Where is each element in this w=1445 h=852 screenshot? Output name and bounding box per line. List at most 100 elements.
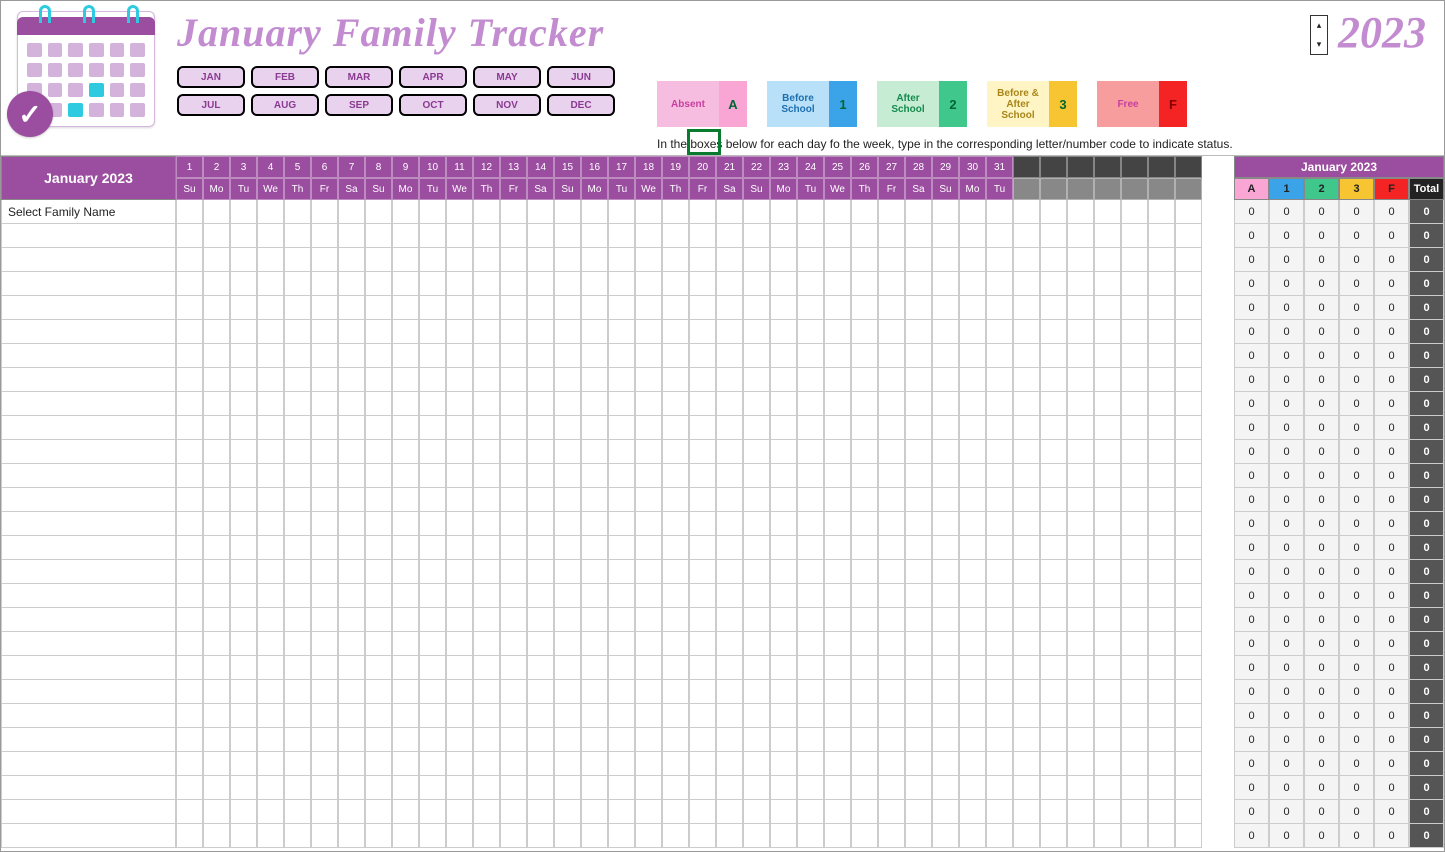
day-cell[interactable] — [1013, 632, 1040, 656]
family-name-cell[interactable] — [1, 608, 176, 632]
day-cell[interactable] — [392, 632, 419, 656]
day-cell[interactable] — [284, 536, 311, 560]
day-cell[interactable] — [824, 656, 851, 680]
day-cell[interactable] — [878, 632, 905, 656]
day-cell[interactable] — [176, 680, 203, 704]
day-cell[interactable] — [905, 776, 932, 800]
day-cell[interactable] — [608, 776, 635, 800]
day-cell[interactable] — [824, 200, 851, 224]
day-cell[interactable] — [824, 368, 851, 392]
day-cell[interactable] — [176, 440, 203, 464]
day-cell[interactable] — [338, 344, 365, 368]
day-cell[interactable] — [230, 416, 257, 440]
day-cell[interactable] — [203, 656, 230, 680]
day-cell[interactable] — [608, 416, 635, 440]
day-cell[interactable] — [608, 368, 635, 392]
day-cell[interactable] — [662, 680, 689, 704]
day-cell[interactable] — [392, 560, 419, 584]
day-cell[interactable] — [851, 680, 878, 704]
day-cell[interactable] — [770, 440, 797, 464]
day-cell[interactable] — [1148, 608, 1175, 632]
day-cell[interactable] — [203, 680, 230, 704]
day-cell[interactable] — [932, 488, 959, 512]
day-cell[interactable] — [878, 704, 905, 728]
day-cell[interactable] — [581, 248, 608, 272]
day-cell[interactable] — [554, 704, 581, 728]
day-cell[interactable] — [1148, 368, 1175, 392]
day-cell[interactable] — [905, 680, 932, 704]
day-cell[interactable] — [1148, 416, 1175, 440]
family-name-cell[interactable] — [1, 368, 176, 392]
day-cell[interactable] — [743, 608, 770, 632]
day-cell[interactable] — [176, 248, 203, 272]
day-cell[interactable] — [1013, 224, 1040, 248]
day-cell[interactable] — [527, 752, 554, 776]
day-cell[interactable] — [851, 584, 878, 608]
day-cell[interactable] — [1094, 344, 1121, 368]
day-cell[interactable] — [824, 824, 851, 848]
day-cell[interactable] — [176, 824, 203, 848]
day-cell[interactable] — [1148, 584, 1175, 608]
day-cell[interactable] — [230, 680, 257, 704]
day-cell[interactable] — [932, 728, 959, 752]
day-cell[interactable] — [851, 656, 878, 680]
month-button-jun[interactable]: JUN — [547, 66, 615, 88]
day-cell[interactable] — [581, 800, 608, 824]
day-cell[interactable] — [770, 752, 797, 776]
day-cell[interactable] — [1175, 368, 1202, 392]
day-cell[interactable] — [1094, 296, 1121, 320]
day-cell[interactable] — [500, 368, 527, 392]
family-name-cell[interactable] — [1, 800, 176, 824]
day-cell[interactable] — [1121, 656, 1148, 680]
day-cell[interactable] — [176, 488, 203, 512]
day-cell[interactable] — [500, 632, 527, 656]
day-cell[interactable] — [743, 392, 770, 416]
day-cell[interactable] — [473, 632, 500, 656]
day-cell[interactable] — [230, 344, 257, 368]
day-cell[interactable] — [1094, 200, 1121, 224]
day-cell[interactable] — [527, 224, 554, 248]
day-cell[interactable] — [905, 728, 932, 752]
day-cell[interactable] — [716, 680, 743, 704]
day-cell[interactable] — [284, 368, 311, 392]
day-cell[interactable] — [851, 608, 878, 632]
day-cell[interactable] — [203, 800, 230, 824]
day-cell[interactable] — [473, 392, 500, 416]
day-cell[interactable] — [500, 536, 527, 560]
day-cell[interactable] — [338, 776, 365, 800]
day-cell[interactable] — [689, 440, 716, 464]
day-cell[interactable] — [1148, 248, 1175, 272]
day-cell[interactable] — [770, 800, 797, 824]
day-cell[interactable] — [716, 824, 743, 848]
day-cell[interactable] — [257, 392, 284, 416]
day-cell[interactable] — [770, 320, 797, 344]
day-cell[interactable] — [473, 464, 500, 488]
day-cell[interactable] — [959, 560, 986, 584]
day-cell[interactable] — [770, 632, 797, 656]
day-cell[interactable] — [554, 680, 581, 704]
day-cell[interactable] — [527, 728, 554, 752]
day-cell[interactable] — [1040, 200, 1067, 224]
day-cell[interactable] — [527, 680, 554, 704]
day-cell[interactable] — [1175, 200, 1202, 224]
day-cell[interactable] — [446, 728, 473, 752]
day-cell[interactable] — [1121, 488, 1148, 512]
day-cell[interactable] — [1094, 272, 1121, 296]
day-cell[interactable] — [284, 728, 311, 752]
day-cell[interactable] — [851, 344, 878, 368]
day-cell[interactable] — [635, 416, 662, 440]
day-cell[interactable] — [878, 728, 905, 752]
day-cell[interactable] — [689, 272, 716, 296]
day-cell[interactable] — [986, 632, 1013, 656]
day-cell[interactable] — [851, 296, 878, 320]
day-cell[interactable] — [905, 560, 932, 584]
day-cell[interactable] — [770, 296, 797, 320]
day-cell[interactable] — [365, 608, 392, 632]
day-cell[interactable] — [1175, 440, 1202, 464]
day-cell[interactable] — [1121, 680, 1148, 704]
day-cell[interactable] — [1067, 584, 1094, 608]
month-button-jul[interactable]: JUL — [177, 94, 245, 116]
day-cell[interactable] — [635, 728, 662, 752]
day-cell[interactable] — [581, 320, 608, 344]
day-cell[interactable] — [878, 776, 905, 800]
